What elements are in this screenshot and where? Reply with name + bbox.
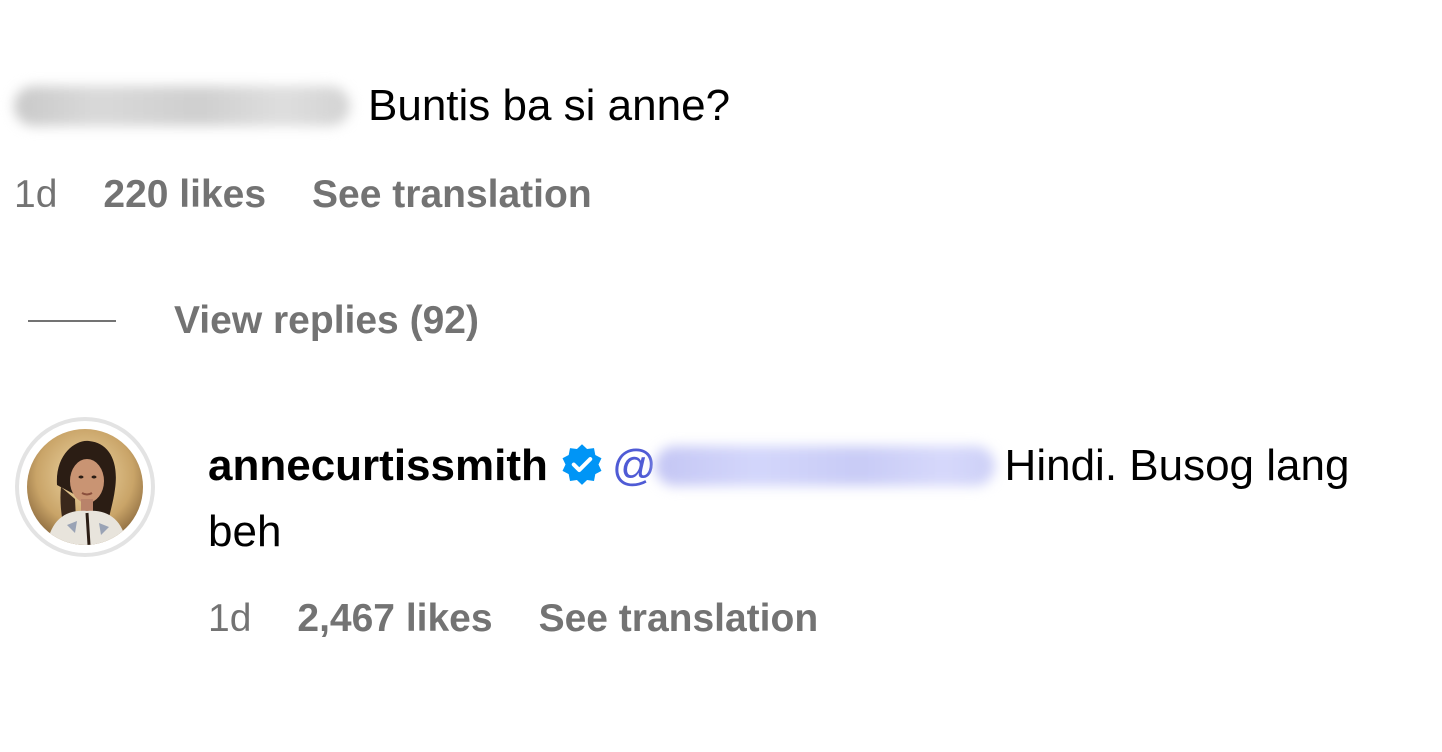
verified-badge-icon bbox=[560, 439, 604, 485]
replies-divider-line bbox=[28, 320, 116, 322]
comment-likes[interactable]: 220 likes bbox=[103, 173, 266, 217]
comment: Buntis ba si anne? bbox=[14, 76, 730, 136]
view-replies-button[interactable]: View replies (92) bbox=[28, 296, 479, 346]
blurred-username[interactable] bbox=[14, 86, 350, 126]
avatar-image bbox=[27, 429, 143, 545]
profile-avatar[interactable] bbox=[15, 417, 155, 557]
reply-see-translation-button[interactable]: See translation bbox=[539, 597, 819, 641]
blurred-mention[interactable] bbox=[654, 446, 995, 486]
comment-time[interactable]: 1d bbox=[14, 173, 57, 217]
reply-likes[interactable]: 2,467 likes bbox=[297, 597, 492, 641]
reply-meta: 1d 2,467 likes See translation bbox=[208, 592, 818, 646]
comment-meta: 1d 220 likes See translation bbox=[14, 168, 592, 222]
reply-time[interactable]: 1d bbox=[208, 597, 251, 641]
see-translation-button[interactable]: See translation bbox=[312, 173, 592, 217]
view-replies-label: View replies (92) bbox=[174, 299, 479, 342]
comment-text: Buntis ba si anne? bbox=[368, 81, 731, 130]
reply-comment: annecurtissmith @ Hindi. Busog lang beh bbox=[208, 433, 1388, 565]
mention-at-sign[interactable]: @ bbox=[612, 441, 657, 490]
reply-username[interactable]: annecurtissmith bbox=[208, 441, 548, 490]
